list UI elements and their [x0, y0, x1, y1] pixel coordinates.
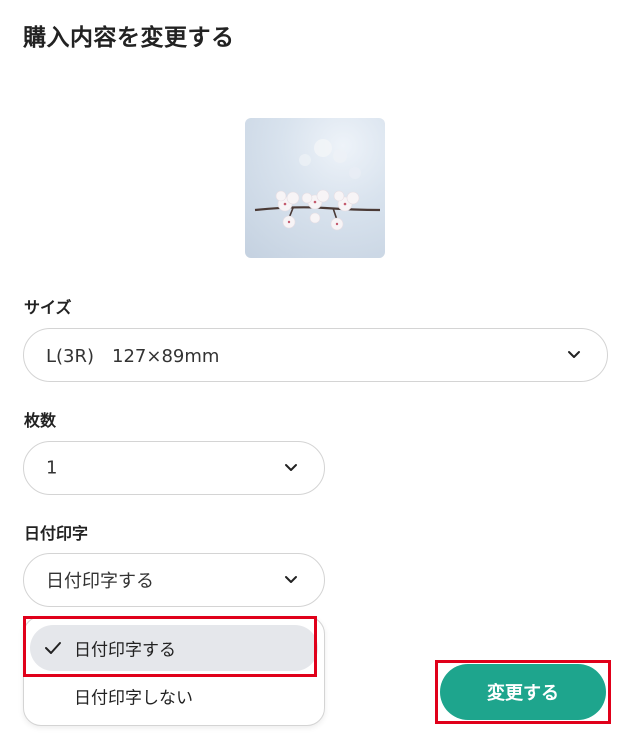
submit-change-button[interactable]: 変更する — [440, 664, 606, 720]
date-print-dropdown: 日付印字する 日付印字しない — [23, 616, 325, 726]
product-thumbnail — [245, 118, 385, 258]
quantity-label: 枚数 — [24, 411, 57, 430]
size-label: サイズ — [24, 298, 72, 317]
option-label: 日付印字する — [74, 640, 176, 661]
size-select[interactable]: L(3R) 127×89mm — [23, 328, 608, 382]
check-icon — [45, 642, 61, 654]
option-date-print-on[interactable]: 日付印字する — [30, 625, 318, 671]
chevron-down-icon — [568, 351, 580, 358]
cherry-blossom-image — [254, 139, 381, 231]
date-print-select[interactable]: 日付印字する — [23, 553, 325, 607]
date-print-select-value: 日付印字する — [46, 571, 154, 592]
quantity-select-value: 1 — [46, 457, 58, 479]
date-print-label: 日付印字 — [24, 524, 89, 543]
quantity-select[interactable]: 1 — [23, 441, 325, 495]
option-label: 日付印字しない — [74, 688, 193, 709]
option-date-print-off[interactable]: 日付印字しない — [30, 673, 318, 719]
size-select-value: L(3R) 127×89mm — [46, 346, 220, 367]
page-title: 購入内容を変更する — [23, 25, 235, 51]
chevron-down-icon — [285, 464, 297, 471]
chevron-down-icon — [285, 576, 297, 583]
